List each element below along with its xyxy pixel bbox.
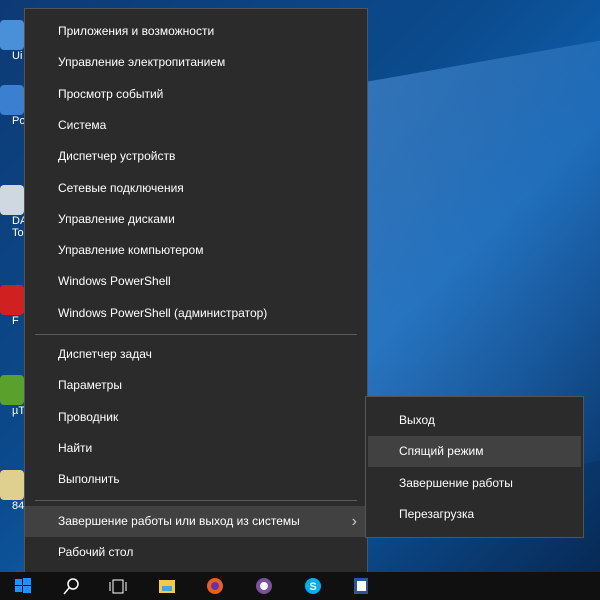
menu-item[interactable]: Найти — [25, 433, 367, 464]
menu-item[interactable]: Проводник — [25, 402, 367, 433]
word-icon[interactable] — [350, 576, 372, 596]
svg-text:S: S — [309, 581, 316, 593]
submenu-item[interactable]: Перезагрузка — [368, 499, 581, 530]
task-view-icon[interactable] — [107, 576, 129, 596]
desktop-icon[interactable]: µT — [0, 375, 26, 417]
desktop-icon-image — [0, 20, 24, 50]
submenu-item[interactable]: Выход — [368, 405, 581, 436]
desktop-icon-image — [0, 285, 24, 315]
chevron-right-icon: › — [351, 513, 357, 530]
menu-item[interactable]: Управление дисками — [25, 204, 367, 235]
desktop-icon-image — [0, 375, 24, 405]
desktop-icon[interactable]: 848 — [0, 470, 30, 512]
menu-item[interactable]: Просмотр событий — [25, 79, 367, 110]
desktop-icon-image — [0, 185, 24, 215]
windows-start-icon[interactable] — [12, 576, 34, 596]
desktop-icon[interactable]: Ui — [0, 20, 26, 62]
menu-item[interactable]: Сетевые подключения — [25, 173, 367, 204]
menu-item[interactable]: Приложения и возможности — [25, 16, 367, 47]
menu-item[interactable]: Windows PowerShell (администратор) — [25, 298, 367, 329]
shutdown-submenu: Выход Спящий режим Завершение работы Переза… — [365, 396, 584, 538]
menu-item[interactable]: Windows PowerShell — [25, 266, 367, 297]
menu-separator — [35, 500, 357, 501]
menu-item-label: Завершение работы или выход из системы — [58, 514, 300, 528]
menu-item[interactable]: Диспетчер устройств — [25, 141, 367, 172]
menu-item[interactable]: Параметры — [25, 370, 367, 401]
viber-icon[interactable] — [253, 576, 275, 596]
menu-item[interactable]: Управление компьютером — [25, 235, 367, 266]
menu-item-shutdown[interactable]: Завершение работы или выход из системы › — [25, 506, 367, 537]
menu-item[interactable]: Диспетчер задач — [25, 339, 367, 370]
desktop-icon[interactable]: F — [0, 285, 26, 327]
menu-item[interactable]: Управление электропитанием — [25, 47, 367, 78]
search-icon[interactable] — [60, 576, 82, 596]
file-explorer-icon[interactable] — [156, 576, 178, 596]
submenu-item[interactable]: Завершение работы — [368, 468, 581, 499]
desktop-icon-image — [0, 470, 24, 500]
menu-item[interactable]: Выполнить — [25, 464, 367, 495]
submenu-item[interactable]: Спящий режим — [368, 436, 581, 468]
desktop-icon-image — [0, 85, 24, 115]
skype-icon[interactable]: S — [302, 576, 324, 596]
desktop-icon[interactable]: Po — [0, 85, 26, 127]
menu-item[interactable]: Система — [25, 110, 367, 141]
desktop-icon[interactable]: DA To — [0, 185, 27, 239]
taskbar: S — [0, 572, 600, 600]
firefox-icon[interactable] — [204, 576, 226, 596]
menu-item-desktop[interactable]: Рабочий стол — [25, 537, 367, 568]
menu-separator — [35, 334, 357, 335]
winx-context-menu: Приложения и возможности Управление элект… — [24, 8, 368, 574]
